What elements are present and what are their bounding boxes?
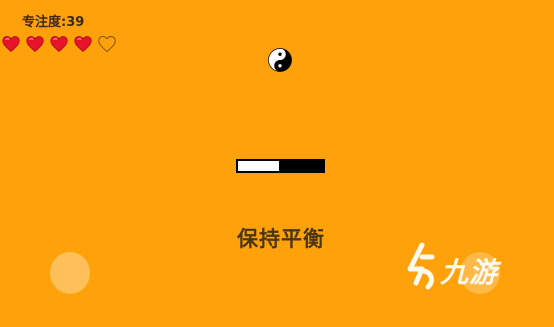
left-control-button[interactable] — [50, 252, 90, 294]
heart-icon — [26, 36, 44, 52]
heart-icon — [50, 36, 68, 52]
lives-indicator — [2, 35, 116, 53]
jiuyou-logo-icon — [407, 242, 435, 290]
heart-empty-icon — [98, 36, 116, 53]
balance-meter — [236, 159, 325, 173]
jiuyou-watermark: 九游 — [402, 241, 522, 297]
focus-score-label: 专注度:39 — [22, 15, 85, 30]
heart-icon — [2, 36, 20, 52]
watermark-text: 九游 — [440, 256, 499, 289]
heart-icon — [74, 36, 92, 52]
balance-meter-fill — [238, 161, 279, 171]
yin-yang-icon — [268, 48, 292, 72]
